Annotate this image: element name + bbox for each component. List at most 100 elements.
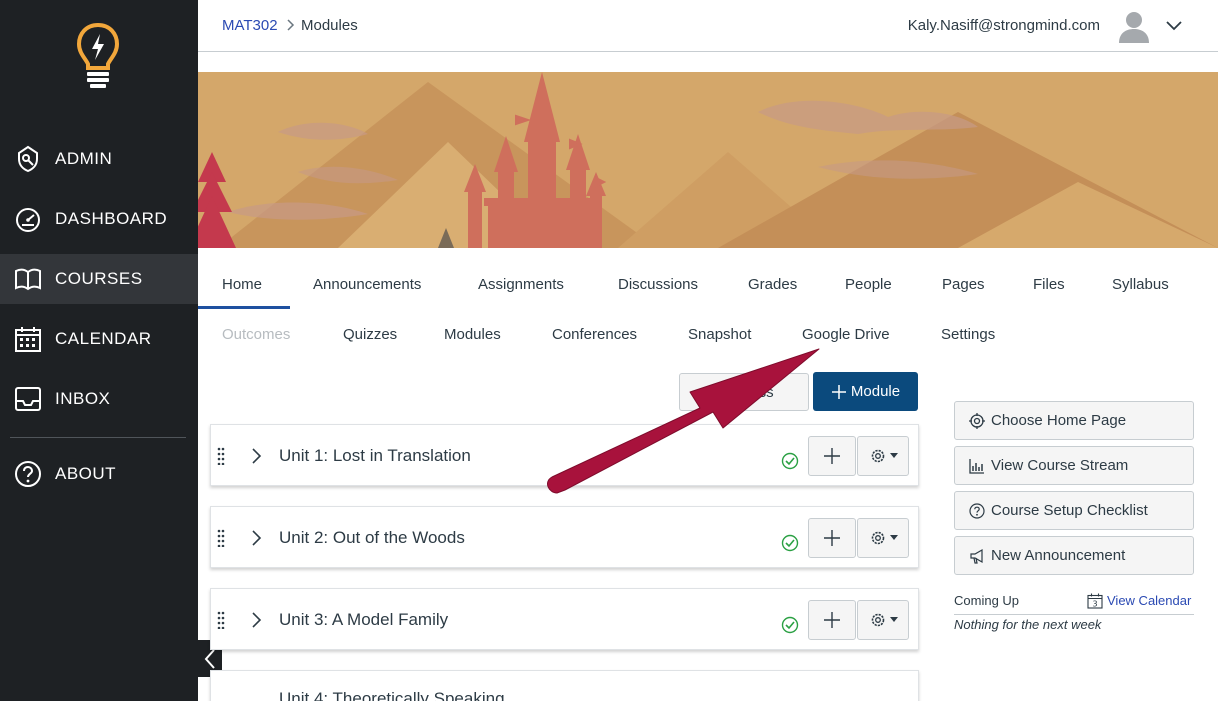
- user-email[interactable]: Kaly.Nasiff@strongmind.com: [908, 17, 1100, 34]
- castle-banner-illustration: [198, 72, 1218, 248]
- course-setup-checklist-button[interactable]: Course Setup Checklist: [954, 491, 1194, 530]
- chevron-down-icon[interactable]: [1164, 16, 1184, 36]
- module-row: Unit 3: A Model Family: [210, 588, 919, 650]
- tab-google-drive[interactable]: Google Drive: [802, 326, 890, 343]
- dashboard-gauge-icon: [16, 208, 40, 232]
- published-check-icon[interactable]: [781, 616, 799, 634]
- add-module-button[interactable]: Module: [813, 372, 918, 411]
- tab-outcomes: Outcomes: [222, 326, 291, 343]
- tab-announcements[interactable]: Announcements: [313, 276, 421, 293]
- target-icon: [969, 412, 985, 429]
- nav-item-inbox[interactable]: INBOX: [0, 374, 198, 424]
- module-title[interactable]: Unit 3: A Model Family: [279, 610, 448, 630]
- nav-divider: [10, 437, 186, 438]
- tab-home[interactable]: Home: [222, 276, 262, 293]
- drag-handle-icon[interactable]: [217, 611, 225, 629]
- question-circle-icon: [15, 461, 41, 487]
- global-nav-sidebar: ADMIN DASHBOARD COURSES CALENDAR INBOX A…: [0, 0, 198, 701]
- nav-item-admin[interactable]: ADMIN: [0, 134, 198, 184]
- nav-label-calendar: CALENDAR: [55, 329, 152, 348]
- module-row: Unit 1: Lost in Translation: [210, 424, 919, 486]
- published-check-icon[interactable]: [781, 452, 799, 470]
- inbox-tray-icon: [15, 387, 41, 411]
- module-settings-button[interactable]: [857, 436, 909, 476]
- gear-icon: [871, 449, 884, 463]
- add-item-button[interactable]: [808, 436, 856, 476]
- drag-handle-icon[interactable]: [217, 447, 225, 465]
- module-settings-button[interactable]: [857, 600, 909, 640]
- book-icon: [15, 268, 41, 291]
- expand-chevron-icon[interactable]: [249, 611, 263, 629]
- add-item-button[interactable]: [808, 518, 856, 558]
- tab-syllabus[interactable]: Syllabus: [1112, 276, 1169, 293]
- add-item-button[interactable]: [808, 600, 856, 640]
- calendar-icon[interactable]: 3: [1087, 593, 1103, 609]
- new-announcement-label: New Announcement: [991, 547, 1126, 564]
- admin-shield-icon: [18, 145, 38, 173]
- coming-up-heading: Coming Up: [954, 593, 1020, 608]
- gear-icon: [871, 613, 884, 627]
- plus-icon: [824, 612, 840, 628]
- tab-pages[interactable]: Pages: [942, 276, 985, 293]
- user-avatar-icon[interactable]: [1116, 8, 1152, 44]
- chevron-left-icon: [204, 648, 215, 669]
- nav-label-inbox: INBOX: [55, 389, 111, 408]
- top-header: MAT302 Modules Kaly.Nasiff@strongmind.co…: [198, 0, 1218, 52]
- module-row: Unit 4: Theoretically Speaking: [210, 670, 919, 701]
- tab-conferences[interactable]: Conferences: [552, 326, 637, 343]
- choose-home-page-button[interactable]: Choose Home Page: [954, 401, 1194, 440]
- breadcrumb-course-link[interactable]: MAT302: [222, 17, 278, 34]
- nav-label-dashboard: DASHBOARD: [55, 209, 168, 228]
- expand-chevron-icon[interactable]: [249, 447, 263, 465]
- tab-quizzes[interactable]: Quizzes: [343, 326, 397, 343]
- choose-home-page-label: Choose Home Page: [991, 412, 1127, 429]
- breadcrumb-current-page: Modules: [301, 17, 358, 34]
- module-title[interactable]: Unit 4: Theoretically Speaking: [279, 689, 505, 701]
- expand-chevron-icon[interactable]: [249, 529, 263, 547]
- gear-icon: [871, 531, 884, 545]
- course-setup-checklist-label: Course Setup Checklist: [991, 502, 1148, 519]
- view-progress-label: V ogress: [714, 383, 774, 401]
- view-course-stream-label: View Course Stream: [991, 457, 1129, 474]
- nav-label-admin: ADMIN: [55, 149, 113, 168]
- module-title[interactable]: Unit 1: Lost in Translation: [279, 446, 471, 466]
- plus-icon: [824, 530, 840, 546]
- nav-label-about: ABOUT: [55, 464, 117, 483]
- module-settings-button[interactable]: [857, 518, 909, 558]
- module-row: Unit 2: Out of the Woods: [210, 506, 919, 568]
- caret-down-icon: [889, 535, 898, 540]
- caret-down-icon: [889, 453, 898, 458]
- breadcrumb-chevron-icon: [287, 19, 295, 31]
- view-calendar-link[interactable]: View Calendar: [1107, 593, 1191, 608]
- nav-item-courses[interactable]: COURSES: [0, 254, 198, 304]
- plus-icon: [824, 448, 840, 464]
- active-tab-indicator: [198, 306, 290, 309]
- tab-grades[interactable]: Grades: [748, 276, 797, 293]
- view-progress-button[interactable]: V ogress: [679, 373, 809, 411]
- published-check-icon[interactable]: [781, 534, 799, 552]
- nav-item-about[interactable]: ABOUT: [0, 449, 198, 499]
- tab-people[interactable]: People: [845, 276, 892, 293]
- nav-item-dashboard[interactable]: DASHBOARD: [0, 194, 198, 244]
- drag-handle-icon[interactable]: [217, 529, 225, 547]
- coming-up-divider: [954, 614, 1194, 615]
- view-course-stream-button[interactable]: View Course Stream: [954, 446, 1194, 485]
- calendar-icon: [15, 327, 41, 352]
- module-title[interactable]: Unit 2: Out of the Woods: [279, 528, 465, 548]
- chart-icon: [969, 458, 984, 474]
- tab-assignments[interactable]: Assignments: [478, 276, 564, 293]
- course-banner-image: [198, 72, 1218, 248]
- megaphone-icon: [970, 548, 983, 564]
- tab-discussions[interactable]: Discussions: [618, 276, 698, 293]
- nav-item-calendar[interactable]: CALENDAR: [0, 314, 198, 364]
- tab-settings[interactable]: Settings: [941, 326, 995, 343]
- tab-modules[interactable]: Modules: [444, 326, 501, 343]
- question-circle-icon: [969, 502, 985, 519]
- lightbulb-logo-icon[interactable]: [74, 22, 122, 90]
- new-announcement-button[interactable]: New Announcement: [954, 536, 1194, 575]
- coming-up-empty-message: Nothing for the next week: [954, 617, 1102, 632]
- tab-snapshot[interactable]: Snapshot: [688, 326, 751, 343]
- tab-files[interactable]: Files: [1033, 276, 1065, 293]
- nav-label-courses: COURSES: [55, 269, 143, 288]
- caret-down-icon: [889, 617, 898, 622]
